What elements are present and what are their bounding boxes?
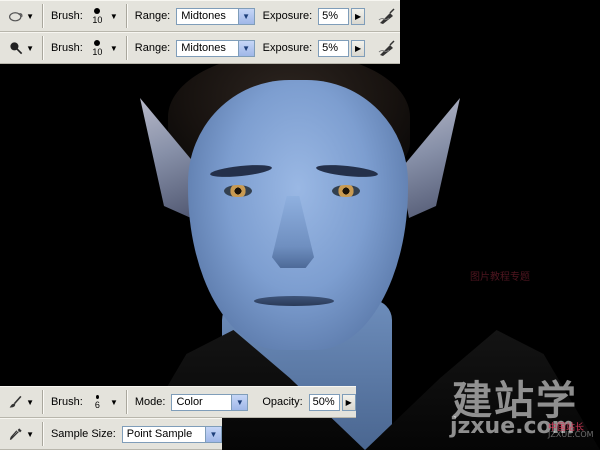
range-label: Range:: [134, 10, 171, 22]
tool-preset-caret-icon[interactable]: ▼: [26, 398, 34, 407]
mouth: [254, 296, 334, 306]
options-bar-burn: ▼ Brush: 10 ▼ Range: Midtones ▼ Exposure…: [0, 0, 400, 32]
dodge-tool-icon[interactable]: ▼: [8, 37, 34, 59]
chevron-down-icon[interactable]: ▼: [237, 8, 254, 24]
separator: [42, 422, 43, 446]
brush-label: Brush:: [50, 10, 83, 22]
range-value: Midtones: [181, 10, 226, 22]
opacity-slider-button[interactable]: ▶: [341, 393, 356, 411]
brush-preview[interactable]: 10: [89, 7, 106, 25]
brush-label: Brush:: [50, 42, 83, 54]
exposure-slider-button[interactable]: ▶: [350, 39, 366, 57]
range-select[interactable]: Midtones ▼: [176, 39, 255, 57]
brush-preview[interactable]: 6: [89, 394, 106, 410]
chevron-down-icon[interactable]: ▼: [205, 426, 221, 442]
brush-preview[interactable]: 10: [89, 39, 106, 57]
brush-caret-icon[interactable]: ▼: [110, 12, 118, 21]
separator: [125, 36, 127, 60]
mode-select[interactable]: Color ▼: [171, 393, 249, 411]
sample-size-value: Point Sample: [126, 428, 193, 440]
opacity-value: 50%: [312, 396, 335, 408]
eyedropper-tool-icon[interactable]: ▼: [8, 423, 34, 445]
brush-size: 6: [94, 399, 100, 410]
left-eye: [224, 185, 252, 197]
exposure-label: Exposure:: [262, 10, 313, 22]
brush-size: 10: [92, 46, 103, 57]
brush-dot-icon: [94, 39, 101, 46]
brush-label: Brush:: [50, 396, 83, 408]
separator: [42, 4, 43, 28]
tool-preset-caret-icon[interactable]: ▼: [26, 12, 34, 21]
options-bar-dodge: ▼ Brush: 10 ▼ Range: Midtones ▼ Exposure…: [0, 32, 400, 64]
opacity-input[interactable]: 50%: [308, 393, 340, 411]
separator: [125, 4, 127, 28]
exposure-input[interactable]: 5%: [318, 39, 349, 57]
brush-size: 10: [92, 14, 103, 25]
brush-dot-icon: [95, 394, 99, 399]
chevron-down-icon[interactable]: ▼: [231, 394, 248, 410]
opacity-label: Opacity:: [262, 396, 303, 408]
exposure-value: 5%: [322, 10, 339, 22]
options-bar-eyedropper: ▼ Sample Size: Point Sample ▼: [0, 418, 222, 450]
brush-caret-icon[interactable]: ▼: [110, 44, 118, 53]
exposure-input[interactable]: 5%: [318, 7, 349, 25]
exposure-slider-button[interactable]: ▶: [350, 7, 366, 25]
burn-tool-icon[interactable]: ▼: [8, 5, 34, 27]
brush-tool-icon[interactable]: ▼: [8, 391, 34, 413]
tool-preset-caret-icon[interactable]: ▼: [26, 44, 34, 53]
range-label: Range:: [134, 42, 171, 54]
brush-caret-icon[interactable]: ▼: [110, 398, 118, 407]
mode-value: Color: [176, 396, 203, 408]
exposure-value: 5%: [322, 42, 339, 54]
separator: [125, 390, 127, 414]
right-eye: [332, 185, 360, 197]
range-select[interactable]: Midtones ▼: [176, 7, 255, 25]
mode-label: Mode:: [134, 396, 166, 408]
tool-preset-caret-icon[interactable]: ▼: [26, 430, 34, 439]
airbrush-icon[interactable]: [375, 5, 400, 27]
separator: [42, 390, 43, 414]
watermark-small-text: JZXUE.COM: [548, 430, 594, 439]
options-bar-brush: ▼ Brush: 6 ▼ Mode: Color ▼ Opacity: 50% …: [0, 386, 356, 418]
exposure-label: Exposure:: [262, 42, 313, 54]
chevron-down-icon[interactable]: ▼: [237, 40, 254, 56]
watermark-faint-text: 图片教程专题: [470, 272, 530, 283]
airbrush-icon[interactable]: [375, 37, 400, 59]
separator: [42, 36, 43, 60]
brush-dot-icon: [94, 7, 101, 14]
range-value: Midtones: [181, 42, 226, 54]
sample-size-select[interactable]: Point Sample ▼: [121, 425, 222, 443]
sample-size-label: Sample Size:: [50, 428, 116, 440]
